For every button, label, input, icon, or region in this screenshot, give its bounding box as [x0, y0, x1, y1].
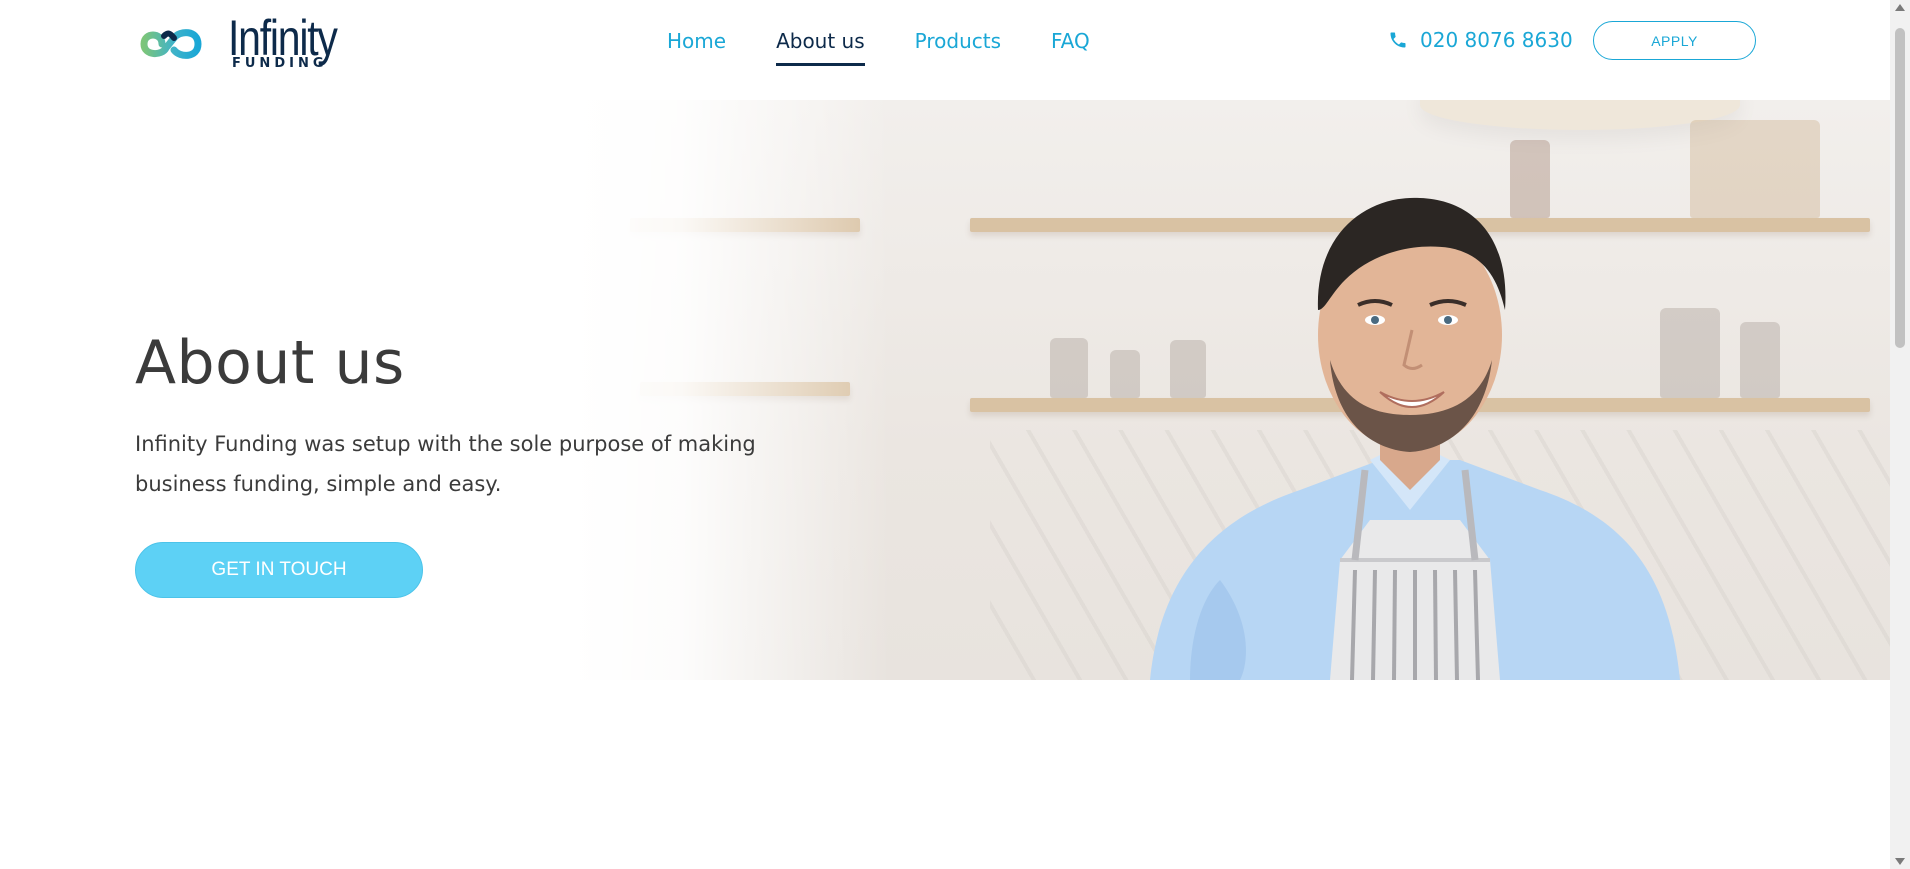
apply-button[interactable]: APPLY: [1593, 21, 1756, 60]
vertical-scrollbar[interactable]: [1890, 0, 1910, 869]
hero-text: About us Infinity Funding was setup with…: [135, 328, 795, 598]
scroll-down-icon[interactable]: [1895, 858, 1905, 865]
nav-item-about-us[interactable]: About us: [776, 28, 865, 68]
person-illustration: [1150, 197, 1680, 680]
logo-tagline: FUNDING: [232, 56, 328, 71]
infinity-logo-icon: [140, 29, 202, 59]
site-header: Infinity FUNDING Home About us Products …: [0, 0, 1890, 100]
phone-icon: [1390, 32, 1406, 48]
get-in-touch-button[interactable]: GET IN TOUCH: [135, 542, 423, 598]
nav-item-faq[interactable]: FAQ: [1051, 28, 1090, 68]
scroll-up-icon[interactable]: [1895, 4, 1905, 11]
nav-item-home[interactable]: Home: [667, 28, 726, 68]
box: [1690, 120, 1820, 218]
jar: [1740, 322, 1780, 398]
scroll-thumb[interactable]: [1895, 28, 1905, 348]
phone-link[interactable]: 020 8076 8630: [1388, 28, 1573, 52]
page: Infinity FUNDING Home About us Products …: [0, 0, 1890, 869]
main-nav: Home About us Products FAQ: [667, 28, 1140, 68]
phone-number: 020 8076 8630: [1420, 28, 1573, 52]
hero-subtitle: Infinity Funding was setup with the sole…: [135, 432, 756, 496]
jar: [1050, 338, 1088, 398]
logo[interactable]: Infinity FUNDING: [140, 10, 360, 74]
page-title: About us: [135, 328, 405, 398]
hero-section: About us Infinity Funding was setup with…: [0, 100, 1890, 680]
nav-item-products[interactable]: Products: [915, 28, 1001, 68]
